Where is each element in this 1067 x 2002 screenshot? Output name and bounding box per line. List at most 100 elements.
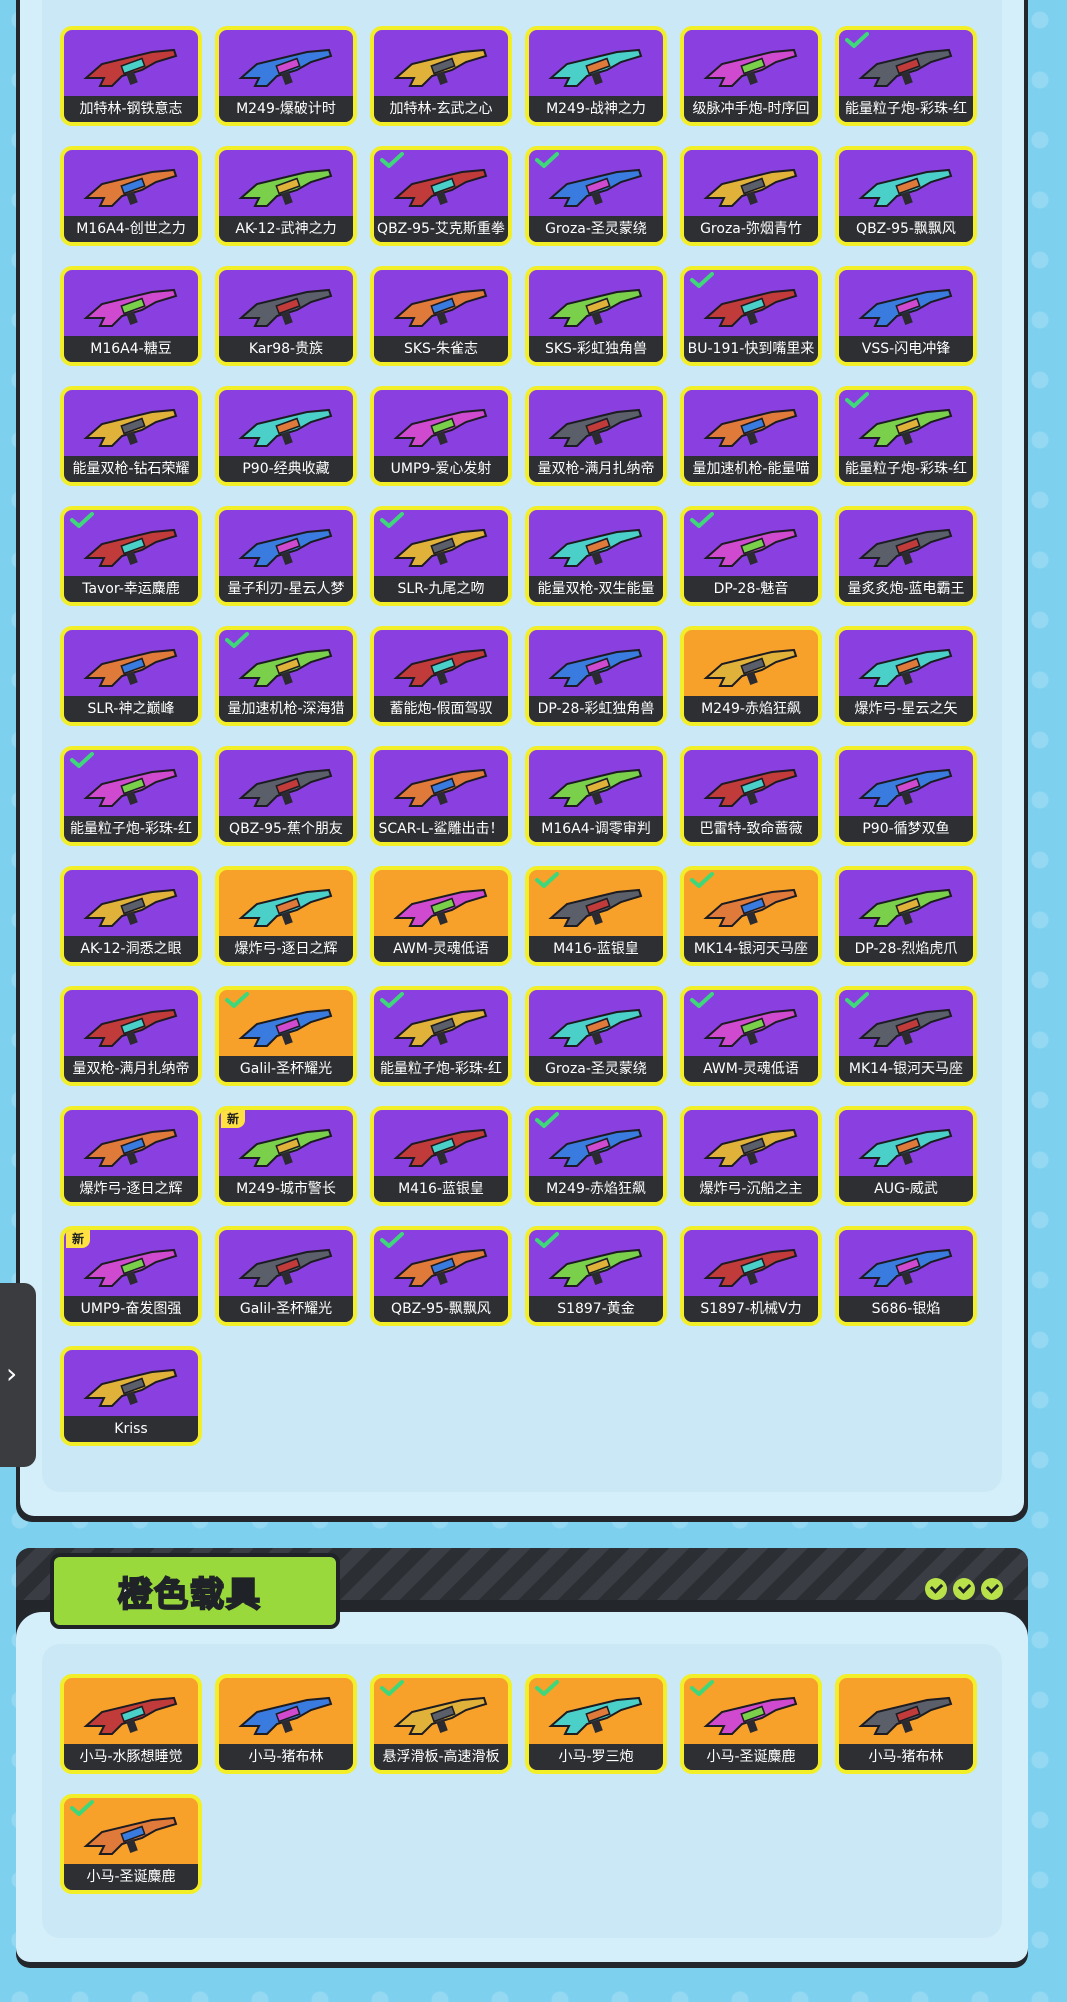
weapon-tile[interactable]: 爆炸弓-逐日之辉 (215, 866, 357, 966)
weapon-tile[interactable]: MK14-银河天马座 (835, 986, 977, 1086)
weapon-tile[interactable]: 量子利刃-星云人梦 (215, 506, 357, 606)
new-badge: 新 (66, 1230, 91, 1248)
weapon-label: 能量双枪-双生能量 (529, 576, 663, 602)
weapon-tile[interactable]: 巴雷特-致命蔷薇 (680, 746, 822, 846)
weapon-label: 爆炸弓-逐日之辉 (64, 1176, 198, 1202)
weapon-tile[interactable]: Groza-圣灵蒙绕 (525, 146, 667, 246)
weapon-skin-icon (703, 768, 798, 807)
weapon-tile[interactable]: VSS-闪电冲锋 (835, 266, 977, 366)
weapon-tile[interactable]: QBZ-95-飘飘风 (835, 146, 977, 246)
vehicle-tile[interactable]: 悬浮滑板-高速滑板 (370, 1674, 512, 1774)
weapon-tile[interactable]: Kriss (60, 1346, 202, 1446)
owned-check-icon (380, 992, 404, 1008)
weapon-tile[interactable]: M16A4-糖豆 (60, 266, 202, 366)
weapon-tile[interactable]: M416-蓝银皇 (370, 1106, 512, 1206)
weapon-tile[interactable]: 能量双枪-钻石荣耀 (60, 386, 202, 486)
weapon-tile[interactable]: QBZ-95-蕉个朋友 (215, 746, 357, 846)
vehicle-label: 小马-罗三炮 (529, 1744, 663, 1770)
vehicle-tile[interactable]: 小马-水豚想睡觉 (60, 1674, 202, 1774)
weapon-tile[interactable]: M249-爆破计时 (215, 26, 357, 126)
weapon-tile[interactable]: Groza-圣灵蒙绕 (525, 986, 667, 1086)
weapon-skin-icon (393, 1008, 488, 1047)
weapon-tile[interactable]: M249-赤焰狂飙 (525, 1106, 667, 1206)
weapon-tile[interactable]: SLR-九尾之吻 (370, 506, 512, 606)
weapon-skin-icon (703, 888, 798, 927)
weapon-tile[interactable]: 量加速机枪-能量喵 (680, 386, 822, 486)
weapon-tile[interactable]: 新 M249-城市警长 (215, 1106, 357, 1206)
weapon-tile[interactable]: 能量粒子炮-彩珠-红 (370, 986, 512, 1086)
weapon-tile[interactable]: AWM-灵魂低语 (370, 866, 512, 966)
weapon-skin-icon (858, 168, 953, 207)
weapon-tile[interactable]: DP-28-魅音 (680, 506, 822, 606)
weapon-tile[interactable]: 爆炸弓-星云之矢 (835, 626, 977, 726)
side-expand-handle[interactable]: › (0, 1283, 36, 1467)
weapon-tile[interactable]: 能量粒子炮-彩珠-红 (835, 386, 977, 486)
weapon-tile[interactable]: AWM-灵魂低语 (680, 986, 822, 1086)
weapon-tile[interactable]: SLR-神之巅峰 (60, 626, 202, 726)
vehicle-tile[interactable]: 小马-猪布林 (215, 1674, 357, 1774)
weapon-tile[interactable]: 爆炸弓-逐日之辉 (60, 1106, 202, 1206)
weapon-skin-icon (83, 1816, 178, 1855)
vehicle-tile[interactable]: 小马-猪布林 (835, 1674, 977, 1774)
weapon-tile[interactable]: Kar98-贵族 (215, 266, 357, 366)
weapon-tile[interactable]: S1897-机械V力 (680, 1226, 822, 1326)
weapon-tile[interactable]: AK-12-武神之力 (215, 146, 357, 246)
chevron-right-icon: › (6, 1357, 18, 1390)
weapon-tile[interactable]: 量加速机枪-深海猎 (215, 626, 357, 726)
weapon-skin-icon (83, 1696, 178, 1735)
weapon-tile[interactable]: Galil-圣杯耀光 (215, 1226, 357, 1326)
weapon-tile[interactable]: 能量双枪-双生能量 (525, 506, 667, 606)
weapon-tile[interactable]: 新 UMP9-奋发图强 (60, 1226, 202, 1326)
owned-check-icon (70, 1800, 94, 1816)
weapon-tile[interactable]: S686-银焰 (835, 1226, 977, 1326)
weapon-label: M16A4-创世之力 (64, 216, 198, 242)
weapon-tile[interactable]: 蓄能炮-假面驾驭 (370, 626, 512, 726)
weapon-tile[interactable]: QBZ-95-飘飘风 (370, 1226, 512, 1326)
weapon-tile[interactable]: DP-28-烈焰虎爪 (835, 866, 977, 966)
weapon-tile[interactable]: 量炙炙炮-蓝电霸王 (835, 506, 977, 606)
weapon-tile[interactable]: 加特林-钢铁意志 (60, 26, 202, 126)
weapon-tile[interactable]: M249-战神之力 (525, 26, 667, 126)
weapon-label: Tavor-幸运麋鹿 (64, 576, 198, 602)
weapon-tile[interactable]: M16A4-创世之力 (60, 146, 202, 246)
weapon-tile[interactable]: M249-赤焰狂飙 (680, 626, 822, 726)
weapon-skin-icon (548, 768, 643, 807)
weapon-tile[interactable]: 级脉冲手炮-时序回 (680, 26, 822, 126)
weapon-tile[interactable]: QBZ-95-艾克斯重拳 (370, 146, 512, 246)
weapon-tile[interactable]: 能量粒子炮-彩珠-红 (60, 746, 202, 846)
weapon-tile[interactable]: 量双枪-满月扎纳帝 (525, 386, 667, 486)
weapon-tile[interactable]: SKS-彩虹独角兽 (525, 266, 667, 366)
weapon-tile[interactable]: Galil-圣杯耀光 (215, 986, 357, 1086)
weapon-tile[interactable]: P90-循梦双鱼 (835, 746, 977, 846)
weapon-tile[interactable]: 量双枪-满月扎纳帝 (60, 986, 202, 1086)
weapon-tile[interactable]: SKS-朱雀志 (370, 266, 512, 366)
weapon-skin-icon (858, 768, 953, 807)
weapon-tile[interactable]: AK-12-洞悉之眼 (60, 866, 202, 966)
weapon-tile[interactable]: 加特林-玄武之心 (370, 26, 512, 126)
weapon-tile[interactable]: M16A4-调零审判 (525, 746, 667, 846)
weapon-tile[interactable]: Groza-弥烟青竹 (680, 146, 822, 246)
weapon-label: S686-银焰 (839, 1296, 973, 1322)
weapon-skin-icon (858, 408, 953, 447)
vehicle-tile[interactable]: 小马-罗三炮 (525, 1674, 667, 1774)
weapon-tile[interactable]: BU-191-快到嘴里来 (680, 266, 822, 366)
weapon-tile[interactable]: 爆炸弓-沉船之主 (680, 1106, 822, 1206)
weapon-tile[interactable]: P90-经典收藏 (215, 386, 357, 486)
weapon-tile[interactable]: 能量粒子炮-彩珠-红 (835, 26, 977, 126)
vehicle-tile[interactable]: 小马-圣诞麋鹿 (60, 1794, 202, 1894)
weapon-label: 级脉冲手炮-时序回 (684, 96, 818, 122)
weapon-label: SLR-九尾之吻 (374, 576, 508, 602)
weapon-skin-icon (393, 768, 488, 807)
vehicle-tile[interactable]: 小马-圣诞麋鹿 (680, 1674, 822, 1774)
weapon-skin-icon (858, 648, 953, 687)
weapon-label: P90-经典收藏 (219, 456, 353, 482)
weapon-skin-icon (238, 408, 333, 447)
weapon-tile[interactable]: S1897-黄金 (525, 1226, 667, 1326)
weapon-tile[interactable]: M416-蓝银皇 (525, 866, 667, 966)
weapon-tile[interactable]: DP-28-彩虹独角兽 (525, 626, 667, 726)
weapon-tile[interactable]: UMP9-爱心发射 (370, 386, 512, 486)
weapon-tile[interactable]: SCAR-L-鲨雕出击！ (370, 746, 512, 846)
weapon-tile[interactable]: Tavor-幸运麋鹿 (60, 506, 202, 606)
weapon-tile[interactable]: AUG-威武 (835, 1106, 977, 1206)
weapon-tile[interactable]: MK14-银河天马座 (680, 866, 822, 966)
